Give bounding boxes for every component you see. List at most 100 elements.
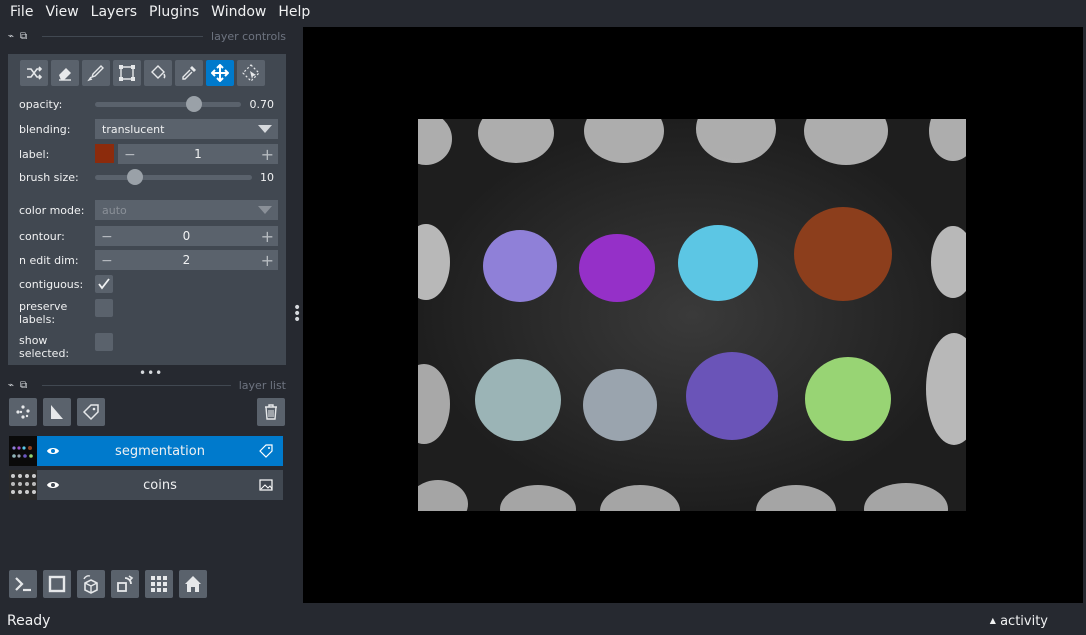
menu-help[interactable]: Help [272,4,316,20]
eraser-icon [59,68,71,81]
preserve-labels-row: preserve labels: [8,297,286,327]
paint-button[interactable] [82,60,110,86]
console-button[interactable] [9,570,37,598]
preserve-labels-line1: preserve [19,300,68,313]
label-tag-icon [259,444,273,458]
minus-icon[interactable]: − [124,147,136,163]
brush-size-value: 10 [260,170,274,184]
label-tool-row [20,60,265,86]
terminal-icon [15,577,31,592]
home-icon [185,576,201,592]
select-pointer-icon [242,64,260,82]
n-edit-dim-value: 2 [182,253,191,267]
eye-visibility-icon[interactable] [46,478,60,492]
preserve-labels-label: preserve labels: [19,300,67,326]
opacity-label: opacity: [19,97,63,111]
checkmark-icon [98,278,110,290]
brush-size-row: brush size: 10 [8,166,286,188]
brush-size-label: brush size: [19,170,79,184]
activity-button[interactable]: ▲ activity [990,614,1048,629]
menu-bar: File View Layers Plugins Window Help [0,0,1086,24]
layer-list-header: ⌁ ⧉ layer list [8,376,286,394]
n-edit-dim-label: n edit dim: [19,253,79,267]
new-points-layer-button[interactable] [9,398,37,426]
caret-up-icon: ▲ [989,616,996,625]
chevron-down-icon [258,125,272,133]
menu-plugins[interactable]: Plugins [143,4,205,20]
show-selected-line2: selected: [19,347,70,360]
show-selected-checkbox[interactable] [95,333,113,351]
pan-zoom-button[interactable] [206,60,234,86]
minus-icon[interactable]: − [101,229,113,245]
new-labels-layer-button[interactable] [77,398,105,426]
polygon-button[interactable] [113,60,141,86]
show-selected-row: show selected: [8,331,286,361]
chevron-down-icon [258,206,272,214]
eyedropper-icon [182,66,196,80]
delete-layer-button[interactable] [257,398,285,426]
transform-button[interactable] [237,60,265,86]
layer-name[interactable]: coins [37,478,283,493]
points-icon [16,405,30,419]
plus-icon[interactable]: + [261,145,274,164]
status-text: Ready [7,613,51,629]
menu-view[interactable]: View [39,4,84,20]
viewer-canvas[interactable] [303,27,1083,603]
layer-name[interactable]: segmentation [37,444,283,459]
plus-icon[interactable]: + [261,251,274,270]
new-shapes-layer-button[interactable] [43,398,71,426]
layer-item-segmentation[interactable]: segmentation [37,436,283,466]
close-dock-icon[interactable]: ⌁ [8,31,14,42]
contour-spinbox[interactable]: − 0 + [95,226,278,246]
show-selected-line1: show [19,334,48,347]
brush-size-slider[interactable] [95,169,252,185]
coins-thumbnail [9,470,37,500]
grid-icon [151,576,167,592]
close-dock-icon[interactable]: ⌁ [8,380,14,391]
label-value: 1 [194,147,202,161]
status-bar: Ready ▲ activity [0,605,1086,635]
minus-icon[interactable]: − [101,253,113,269]
menu-file[interactable]: File [4,4,39,20]
label-row: label: − 1 + [8,143,286,165]
roll-dims-button[interactable] [77,570,105,598]
blending-label: blending: [19,122,71,136]
eye-visibility-icon[interactable] [46,444,60,458]
layer-controls-panel: opacity: 0.70 blending: translucent labe… [8,54,286,365]
float-dock-icon[interactable]: ⧉ [20,380,27,391]
shuffle-colors-button[interactable] [20,60,48,86]
menu-layers[interactable]: Layers [85,4,143,20]
color-mode-select[interactable]: auto [95,200,278,220]
preserve-labels-checkbox[interactable] [95,299,113,317]
contiguous-checkbox[interactable] [95,275,113,293]
dock-splitter-handle[interactable]: • • • [293,301,301,327]
grid-view-button[interactable] [145,570,173,598]
dock-icons[interactable]: ⌁ ⧉ [8,31,34,42]
opacity-slider[interactable] [95,96,241,112]
coins-image [418,119,966,511]
dock-icons[interactable]: ⌁ ⧉ [8,380,34,391]
polygon-icon [119,65,135,81]
pick-label-button[interactable] [175,60,203,86]
n-edit-dim-spinbox[interactable]: − 2 + [95,250,278,270]
trash-icon [265,404,277,420]
brush-size-slider-handle[interactable] [127,169,143,185]
opacity-value: 0.70 [249,97,275,111]
float-dock-icon[interactable]: ⧉ [20,31,27,42]
plus-icon[interactable]: + [261,227,274,246]
cube-rotate-icon [83,575,98,594]
transpose-button[interactable] [111,570,139,598]
label-label: label: [19,147,50,161]
menu-window[interactable]: Window [205,4,272,20]
contiguous-label: contiguous: [19,277,84,291]
ndisplay-toggle-button[interactable] [43,570,71,598]
layer-item-coins[interactable]: coins [37,470,283,500]
erase-button[interactable] [51,60,79,86]
opacity-slider-handle[interactable] [186,96,202,112]
label-color-swatch[interactable] [95,144,114,163]
home-button[interactable] [179,570,207,598]
blending-select[interactable]: translucent [95,119,278,139]
opacity-row: opacity: 0.70 [8,93,286,115]
fill-button[interactable] [144,60,172,86]
label-spinbox[interactable]: − 1 + [118,144,278,164]
